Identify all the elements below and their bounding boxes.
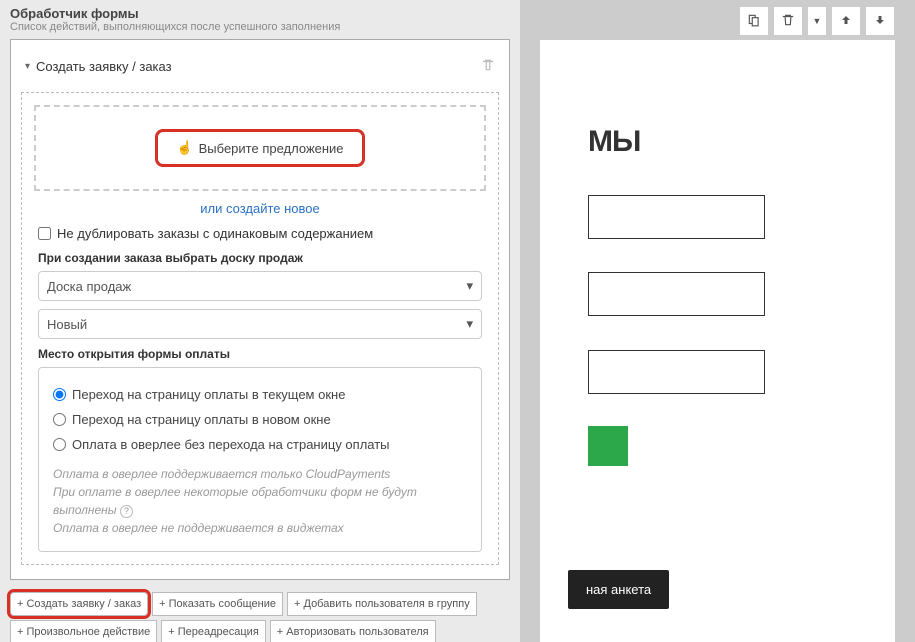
- note-cloudpayments: Оплата в оверлее поддерживается только C…: [53, 465, 467, 483]
- copy-icon: [747, 13, 761, 30]
- select-offer-button[interactable]: ☝ Выберите предложение: [158, 132, 361, 164]
- help-icon[interactable]: ?: [120, 505, 133, 518]
- payment-open-radio-group: Переход на страницу оплаты в текущем окн…: [38, 367, 482, 552]
- radio-new-window[interactable]: Переход на страницу оплаты в новом окне: [53, 407, 467, 432]
- section-title: Обработчик формы: [10, 0, 510, 21]
- sales-board-select[interactable]: Доска продаж ▾: [38, 271, 482, 301]
- radio-overlay-input[interactable]: [53, 438, 66, 451]
- preview-input-3[interactable]: [588, 350, 765, 394]
- radio-new-window-label: Переход на страницу оплаты в новом окне: [72, 412, 331, 427]
- note-some-handlers: При оплате в оверлее некоторые обработчи…: [53, 485, 417, 517]
- radio-same-window[interactable]: Переход на страницу оплаты в текущем окн…: [53, 382, 467, 407]
- preview-badge[interactable]: ная анкета: [568, 570, 669, 609]
- sales-board-value: Доска продаж: [47, 279, 131, 294]
- add-authorize-user-button[interactable]: + Авторизовать пользователя: [270, 620, 436, 642]
- overlay-notes: Оплата в оверлее поддерживается только C…: [53, 457, 467, 537]
- dropdown-toggle[interactable]: ▼: [807, 6, 827, 36]
- preview-input-2[interactable]: [588, 272, 765, 316]
- handler-title: Создать заявку / заказ: [36, 59, 172, 74]
- select-offer-label: Выберите предложение: [199, 141, 344, 156]
- status-value: Новый: [47, 317, 87, 332]
- add-redirect-button[interactable]: + Переадресация: [161, 620, 266, 642]
- no-duplicate-checkbox[interactable]: [38, 227, 51, 240]
- preview-heading: МЫ: [588, 125, 640, 159]
- trash-icon: [781, 13, 795, 30]
- preview-submit-button[interactable]: [588, 426, 628, 466]
- preview-badge-label: ная анкета: [586, 582, 651, 597]
- radio-same-window-input[interactable]: [53, 388, 66, 401]
- form-handler-settings-panel: Обработчик формы Список действий, выполн…: [0, 0, 520, 642]
- trash-icon[interactable]: [481, 58, 495, 75]
- arrow-down-icon: [874, 14, 886, 29]
- chevron-down-icon: ▾: [466, 316, 473, 332]
- preview-toolbar: ▼: [739, 6, 895, 36]
- offer-selection-zone: ☝ Выберите предложение: [34, 105, 486, 191]
- section-subtitle: Список действий, выполняющихся после усп…: [10, 21, 510, 39]
- preview-panel: ▼ МЫ ная анкета: [520, 0, 915, 642]
- no-duplicate-checkbox-row[interactable]: Не дублировать заказы с одинаковым содер…: [38, 216, 482, 251]
- radio-overlay-label: Оплата в оверлее без перехода на страниц…: [72, 437, 390, 452]
- payment-open-label: Место открытия формы оплаты: [38, 347, 482, 361]
- add-action-buttons-row: + Создать заявку / заказ + Показать сооб…: [10, 580, 510, 642]
- chevron-down-icon: ▾: [25, 61, 30, 72]
- arrow-up-icon: [840, 14, 852, 29]
- create-new-offer-link[interactable]: или создайте новое: [34, 201, 486, 216]
- add-user-to-group-button[interactable]: + Добавить пользователя в группу: [287, 592, 477, 616]
- status-select[interactable]: Новый ▾: [38, 309, 482, 339]
- caret-down-icon: ▼: [813, 16, 822, 26]
- handler-body: ☝ Выберите предложение или создайте ново…: [21, 92, 499, 565]
- preview-input-1[interactable]: [588, 195, 765, 239]
- delete-button[interactable]: [773, 6, 803, 36]
- move-down-button[interactable]: [865, 6, 895, 36]
- radio-new-window-input[interactable]: [53, 413, 66, 426]
- no-duplicate-label: Не дублировать заказы с одинаковым содер…: [57, 226, 373, 241]
- add-show-message-button[interactable]: + Показать сообщение: [152, 592, 283, 616]
- add-create-order-button[interactable]: + Создать заявку / заказ: [10, 592, 148, 616]
- radio-overlay[interactable]: Оплата в оверлее без перехода на страниц…: [53, 432, 467, 457]
- radio-same-window-label: Переход на страницу оплаты в текущем окн…: [72, 387, 345, 402]
- form-handler-container: ▾ Создать заявку / заказ ☝ Выберите пред…: [10, 39, 510, 580]
- add-custom-action-button[interactable]: + Произвольное действие: [10, 620, 157, 642]
- note-widgets: Оплата в оверлее не поддерживается в вид…: [53, 519, 467, 537]
- chevron-down-icon: ▾: [466, 278, 473, 294]
- pointer-icon: ☝: [176, 140, 192, 156]
- form-preview: МЫ: [540, 40, 895, 642]
- move-up-button[interactable]: [831, 6, 861, 36]
- highlight-select-offer: ☝ Выберите предложение: [155, 129, 364, 167]
- duplicate-button[interactable]: [739, 6, 769, 36]
- sales-board-label: При создании заказа выбрать доску продаж: [38, 251, 482, 265]
- handler-collapsible-header[interactable]: ▾ Создать заявку / заказ: [21, 50, 499, 84]
